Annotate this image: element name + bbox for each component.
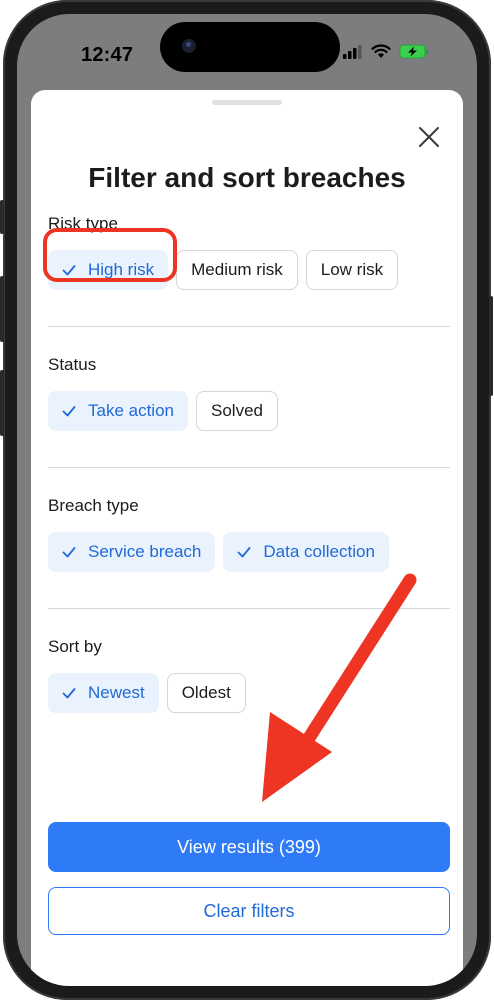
chip-group-status: Take action Solved: [48, 391, 278, 431]
close-icon[interactable]: [416, 124, 442, 150]
chip-label: Service breach: [88, 542, 202, 561]
chip-group-sort-by: Newest Oldest: [48, 673, 246, 713]
checkmark-icon: [62, 688, 76, 699]
section-divider: [48, 326, 450, 327]
sheet-drag-handle[interactable]: [212, 100, 282, 105]
clear-filters-button[interactable]: Clear filters: [48, 887, 450, 935]
volume-up-button: [0, 276, 4, 342]
checkmark-icon: [237, 547, 251, 558]
section-label-sort-by: Sort by: [48, 637, 102, 656]
chip-group-breach-type: Service breach Data collection: [48, 532, 389, 572]
chip-label: Low risk: [320, 260, 384, 279]
section-divider: [48, 467, 450, 468]
chip-data-collection[interactable]: Data collection: [223, 532, 389, 572]
battery-charging-icon: [399, 44, 428, 59]
section-divider: [48, 608, 450, 609]
cellular-signal-icon: [343, 44, 362, 59]
chip-medium-risk[interactable]: Medium risk: [176, 250, 298, 290]
chip-label: Medium risk: [191, 260, 283, 279]
chip-solved[interactable]: Solved: [196, 391, 278, 431]
checkmark-icon: [62, 547, 76, 558]
status-time: 12:47: [81, 44, 134, 66]
chip-oldest[interactable]: Oldest: [166, 673, 246, 713]
section-label-status: Status: [48, 355, 97, 374]
chip-low-risk[interactable]: Low risk: [305, 250, 399, 290]
status-icons: [343, 44, 429, 59]
chip-label: Data collection: [263, 542, 375, 561]
camera-icon: [182, 39, 196, 53]
chip-label: Newest: [88, 683, 145, 702]
view-results-button[interactable]: View results (399): [48, 822, 450, 872]
checkmark-icon: [62, 406, 76, 417]
chip-newest[interactable]: Newest: [48, 673, 159, 713]
chip-service-breach[interactable]: Service breach: [48, 532, 216, 572]
chip-label: Solved: [211, 401, 263, 420]
chip-label: Oldest: [181, 683, 231, 702]
chip-label: Take action: [88, 401, 174, 420]
sheet-title: Filter and sort breaches: [88, 162, 406, 193]
volume-down-button: [0, 370, 4, 436]
screen: 12:47 Filter and sort breaches Risk type…: [17, 14, 477, 986]
power-button: [489, 296, 493, 396]
dynamic-island: [160, 22, 340, 72]
section-label-breach-type: Breach type: [48, 496, 139, 515]
wifi-icon: [371, 44, 391, 58]
chip-take-action[interactable]: Take action: [48, 391, 188, 431]
mute-switch: [0, 200, 4, 234]
filter-sheet: Filter and sort breaches Risk type High …: [31, 90, 463, 986]
annotation-highlight-ring: [43, 228, 177, 282]
phone-frame: 12:47 Filter and sort breaches Risk type…: [0, 0, 493, 1000]
